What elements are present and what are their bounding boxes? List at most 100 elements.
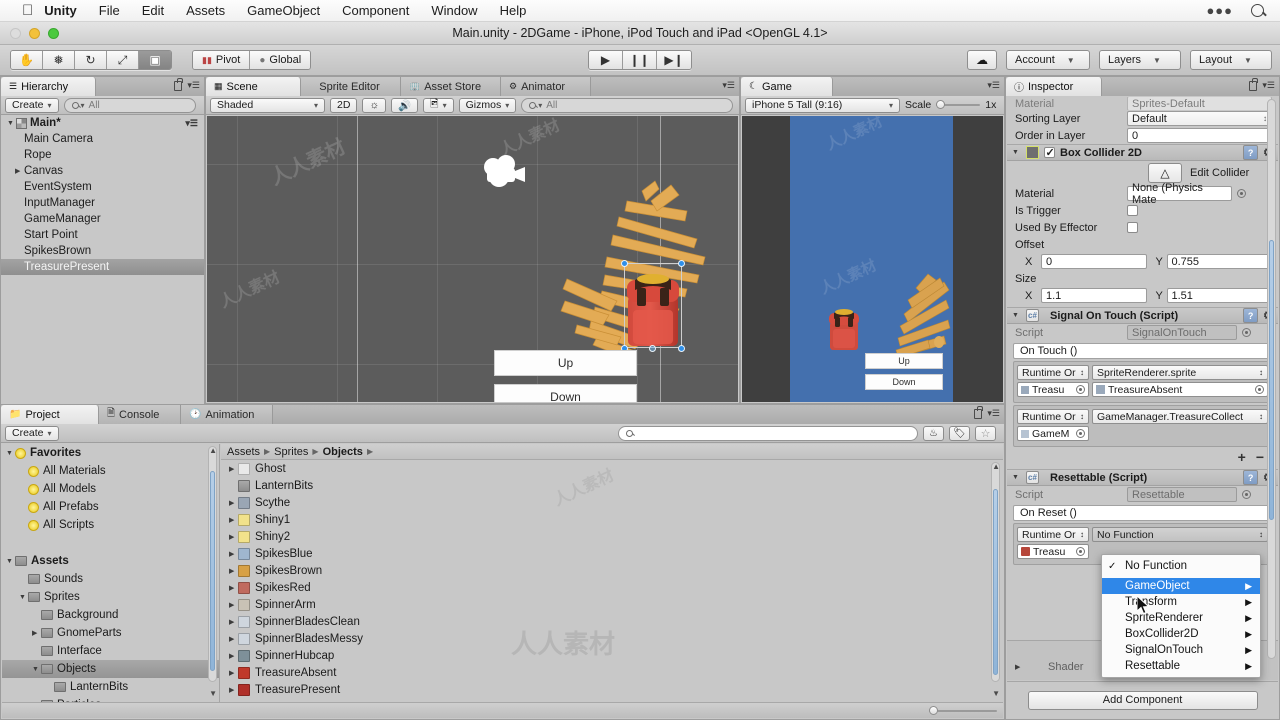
asset-list-item[interactable]: ▶ SpikesBlue	[221, 545, 991, 562]
inspector-scrollbar[interactable]	[1267, 99, 1276, 659]
play-button[interactable]: ▶	[589, 51, 623, 69]
project-tree-item[interactable]: ▼ Assets	[2, 552, 219, 570]
offset-x-input[interactable]: 0	[1041, 254, 1147, 269]
close-button[interactable]	[10, 28, 21, 39]
help-icon[interactable]: ?	[1243, 308, 1259, 323]
scale-tool-button[interactable]: ⤢	[107, 51, 139, 69]
collider-material-value[interactable]: None (Physics Mate	[1127, 182, 1232, 206]
hierarchy-item[interactable]: Rope	[1, 147, 204, 163]
pivot-toggle[interactable]: ▮▮ Pivot	[193, 51, 251, 69]
disclosure-triangle-icon[interactable]: ▶	[229, 584, 238, 592]
move-tool-button[interactable]: ❅	[43, 51, 75, 69]
project-tab-tools[interactable]: ▾☰	[974, 405, 1000, 419]
tab-asset-store[interactable]: 🏢 Asset Store	[401, 77, 501, 96]
project-tree-item[interactable]: ▶ GnomeParts	[2, 624, 219, 642]
tab-console[interactable]: 🗎 Console	[99, 405, 181, 424]
menu-icon[interactable]: ▾☰	[1262, 80, 1275, 91]
context-menu-item[interactable]: SignalOnTouch ▶	[1102, 642, 1260, 658]
pivot-global-group[interactable]: ▮▮ Pivot ● Global	[192, 50, 312, 70]
gizmos-dropdown[interactable]: Gizmos ▾	[458, 97, 517, 113]
favorite-filter-button[interactable]: ☆	[975, 425, 996, 441]
playback-controls[interactable]: ▶ ❙❙ ▶❙	[588, 50, 692, 70]
menu-icon[interactable]: ▾☰	[987, 408, 1000, 419]
audio-toggle-button[interactable]: 🔊	[391, 97, 419, 113]
disclosure-triangle-icon[interactable]: ▶	[229, 635, 238, 643]
chevron-down-icon[interactable]: ▼	[1012, 149, 1021, 156]
scene-down-button[interactable]: Down	[494, 384, 637, 402]
scene-tab-tools[interactable]: ▾☰	[722, 80, 735, 91]
asset-list-item[interactable]: ▶ SpinnerArm	[221, 596, 991, 613]
project-tree-item[interactable]: Sounds	[2, 570, 219, 588]
context-menu-item[interactable]: BoxCollider2D ▶	[1102, 626, 1260, 642]
scene-viewport[interactable]: 人人素材 人人素材 人人素材 Up Down	[207, 116, 738, 402]
tab-project[interactable]: 📁 Project	[1, 405, 99, 424]
lock-icon[interactable]	[1249, 77, 1258, 91]
project-tree-scroll-thumb[interactable]	[210, 471, 215, 671]
hierarchy-item[interactable]: ▶ Canvas	[1, 163, 204, 179]
entry0-object-field[interactable]: Treasu	[1017, 382, 1089, 397]
disclosure-triangle-icon[interactable]: ▶	[229, 686, 238, 694]
disclosure-triangle-icon[interactable]: ▼	[6, 558, 15, 565]
help-icon[interactable]: ?	[1243, 145, 1259, 160]
asset-list-scroll-thumb[interactable]	[993, 489, 998, 675]
chevron-right-icon[interactable]: ▶	[15, 167, 24, 175]
chevron-down-icon[interactable]: ▼	[7, 120, 16, 127]
object-picker-icon[interactable]	[1255, 385, 1264, 394]
context-menu-item[interactable]: GameObject ▶	[1102, 578, 1260, 594]
tab-animator[interactable]: ⚙ Animator	[501, 77, 591, 96]
menu-unity[interactable]: Unity	[33, 0, 88, 22]
sorting-layer-dropdown[interactable]: Default ↕	[1127, 111, 1272, 126]
context-menu-item[interactable]: Resettable ▶	[1102, 658, 1260, 674]
box-collider-header[interactable]: ▼ Box Collider 2D ? ⚙	[1007, 144, 1278, 161]
hierarchy-item[interactable]: GameManager	[1, 211, 204, 227]
material-value[interactable]: Sprites-Default	[1127, 97, 1272, 110]
breadcrumb-sprites[interactable]: Sprites	[274, 446, 308, 458]
tab-animation[interactable]: 🕑 Animation	[181, 405, 273, 424]
shading-mode-dropdown[interactable]: Shaded ▾	[210, 97, 325, 113]
disclosure-triangle-icon[interactable]: ▶	[32, 629, 41, 637]
disclosure-triangle-icon[interactable]: ▶	[229, 465, 238, 473]
step-button[interactable]: ▶❙	[657, 51, 691, 69]
entry0-arg-field[interactable]: TreasureAbsent	[1092, 382, 1268, 397]
tab-sprite-editor[interactable]: Sprite Editor	[301, 77, 401, 96]
asset-list-item[interactable]: ▶ Shiny2	[221, 528, 991, 545]
lock-icon[interactable]	[974, 405, 983, 419]
menu-gameobject[interactable]: GameObject	[236, 0, 331, 22]
lock-icon[interactable]	[174, 77, 183, 91]
hierarchy-item[interactable]: EventSystem	[1, 179, 204, 195]
object-picker-icon[interactable]	[1237, 189, 1246, 198]
resize-handle-tr[interactable]	[678, 260, 685, 267]
hierarchy-item[interactable]: TreasurePresent	[1, 259, 204, 275]
help-icon[interactable]: ?	[1243, 470, 1259, 485]
hierarchy-create-button[interactable]: Create ▾	[5, 97, 59, 113]
menu-icon[interactable]: ▾☰	[187, 80, 200, 91]
rotate-tool-button[interactable]: ↻	[75, 51, 107, 69]
more-icon[interactable]: ●●●	[1206, 3, 1233, 18]
box-collider-enabled-checkbox[interactable]	[1044, 146, 1055, 159]
resize-handle-br[interactable]	[678, 345, 685, 352]
scale-slider[interactable]	[936, 100, 981, 110]
project-tree-item[interactable]: All Scripts	[2, 516, 219, 534]
scroll-down-arrow-icon[interactable]: ▼	[209, 689, 217, 698]
asset-list-scrollbar[interactable]	[991, 462, 1000, 682]
game-down-button[interactable]: Down	[865, 374, 943, 390]
game-up-button[interactable]: Up	[865, 353, 943, 369]
asset-list-item[interactable]: ▶ Shiny1	[221, 511, 991, 528]
order-in-layer-value[interactable]: 0	[1127, 128, 1272, 143]
object-picker-icon[interactable]	[1076, 385, 1085, 394]
menu-component[interactable]: Component	[331, 0, 420, 22]
disclosure-triangle-icon[interactable]: ▶	[229, 533, 238, 541]
hierarchy-tab-tools[interactable]: ▾☰	[174, 77, 200, 91]
minimize-button[interactable]	[29, 28, 40, 39]
project-tree-item[interactable]: Interface	[2, 642, 219, 660]
project-tree-item[interactable]: ▼ Sprites	[2, 588, 219, 606]
disclosure-triangle-icon[interactable]: ▶	[229, 499, 238, 507]
context-menu-item[interactable]: Transform ▶	[1102, 594, 1260, 610]
breadcrumb-assets[interactable]: Assets	[227, 446, 260, 458]
object-picker-icon[interactable]	[1076, 429, 1085, 438]
resettable-header[interactable]: ▼ c# Resettable (Script) ? ⚙	[1007, 469, 1278, 486]
hierarchy-item[interactable]: SpikesBrown	[1, 243, 204, 259]
project-tree-scrollbar[interactable]	[208, 446, 217, 682]
used-by-effector-checkbox[interactable]	[1127, 222, 1138, 233]
asset-list-item[interactable]: ▶ Ghost	[221, 460, 991, 477]
